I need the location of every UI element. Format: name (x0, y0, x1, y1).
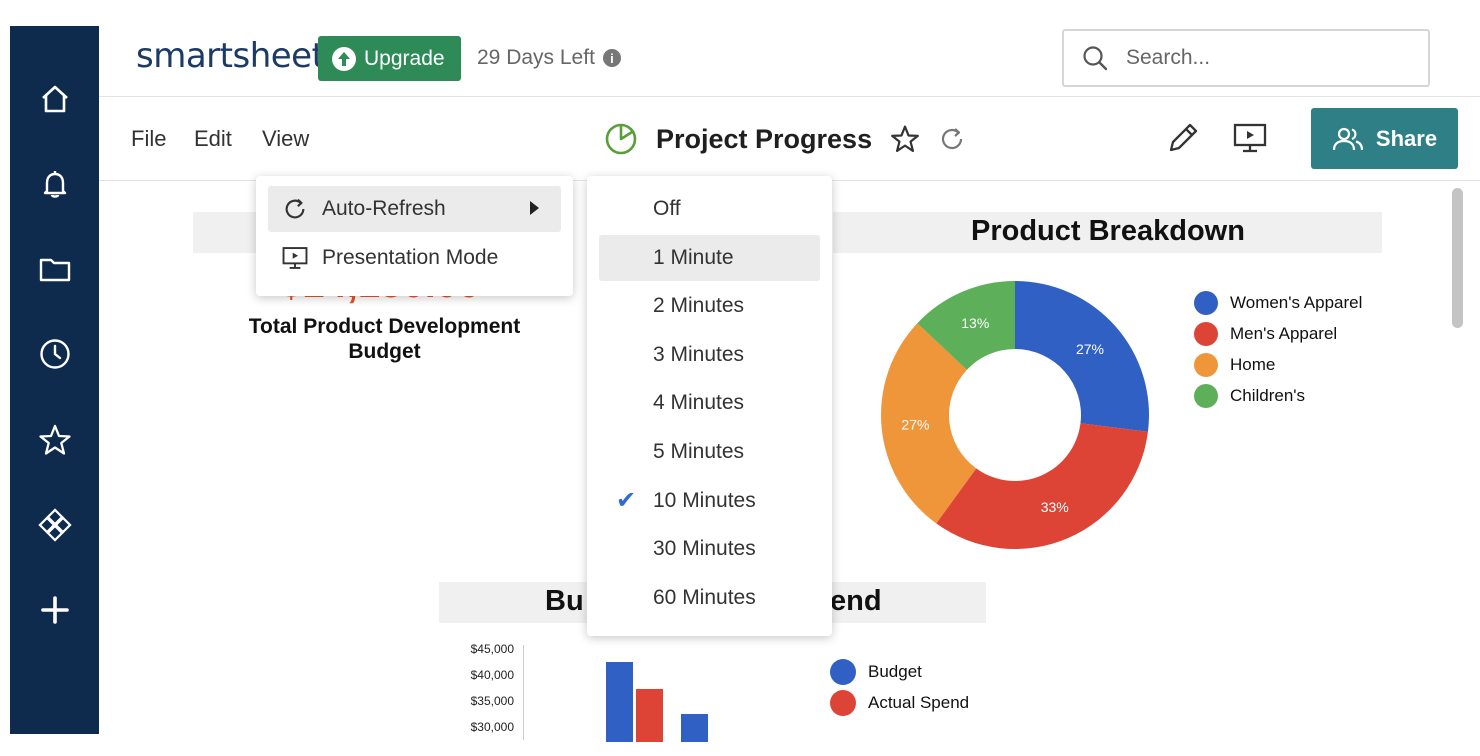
info-icon[interactable]: i (602, 49, 621, 67)
menu-item-presentation-mode[interactable]: Presentation Mode (268, 235, 561, 281)
legend-item-actual-spend: Actual Spend (830, 687, 969, 718)
presentation-icon (282, 247, 308, 269)
refresh-option-30-minutes[interactable]: 30 Minutes (599, 526, 820, 572)
kpi-label: Total Product Development Budget (248, 315, 521, 363)
legend-swatch (1194, 352, 1218, 377)
refresh-option-60-minutes[interactable]: 60 Minutes (599, 575, 820, 621)
bar-chart-title-right: end (830, 585, 882, 617)
vertical-scrollbar[interactable] (1452, 188, 1463, 328)
legend-swatch (830, 689, 856, 716)
star-icon[interactable] (10, 418, 99, 462)
refresh-option-label: 4 Minutes (653, 391, 745, 415)
menu-item-auto-refresh[interactable]: Auto-Refresh (268, 186, 561, 232)
legend-swatch (1194, 290, 1218, 315)
refresh-option-label: 30 Minutes (653, 537, 756, 561)
y-tick-label: $30,000 (470, 720, 514, 734)
refresh-option-label: 60 Minutes (653, 585, 756, 609)
refresh-option-off[interactable]: Off (599, 186, 820, 232)
refresh-option-5-minutes[interactable]: 5 Minutes (599, 429, 820, 475)
bar-actual-spend (636, 689, 663, 742)
bell-icon[interactable] (10, 162, 99, 206)
refresh-icon (285, 198, 305, 219)
y-tick-label: $40,000 (470, 668, 514, 682)
presentation-icon[interactable] (1233, 122, 1267, 154)
legend-label: Men's Apparel (1230, 323, 1338, 343)
folder-icon[interactable] (10, 247, 99, 291)
solutions-icon[interactable] (10, 503, 99, 547)
edit-pencil-icon[interactable] (1166, 121, 1200, 155)
pie-slice-label: 33% (1041, 499, 1069, 515)
upgrade-label: Upgrade (364, 46, 445, 70)
menu-view[interactable]: View (262, 126, 309, 152)
people-icon (1332, 127, 1364, 150)
view-menu-dropdown: Auto-Refresh Presentation Mode (256, 176, 573, 296)
legend-item-budget: Budget (830, 656, 969, 687)
refresh-option-label: 10 Minutes (653, 488, 756, 512)
bar-chart-title-left: Bu (545, 585, 584, 617)
dashboard-icon (605, 123, 637, 155)
legend-swatch (830, 658, 856, 685)
sheet-title: Project Progress (656, 123, 873, 154)
upgrade-button[interactable]: Upgrade (318, 36, 461, 81)
bar-budget (606, 662, 633, 742)
upgrade-arrow-icon (332, 46, 356, 71)
submenu-arrow-icon (530, 201, 539, 215)
y-tick-label: $35,000 (470, 694, 514, 708)
y-tick-label: $45,000 (470, 642, 514, 656)
legend-item: Home (1194, 349, 1362, 380)
left-nav-rail (10, 26, 99, 734)
refresh-option-label: Off (653, 197, 681, 220)
favorite-star-icon[interactable] (890, 124, 920, 154)
bar-legend: Budget Actual Spend (830, 656, 969, 718)
search-icon (1083, 46, 1108, 71)
refresh-option-2-minutes[interactable]: 2 Minutes (599, 283, 820, 329)
refresh-option-10-minutes[interactable]: ✔ 10 Minutes (599, 478, 820, 524)
trial-days-text: 29 Days Left (477, 46, 595, 69)
legend-label: Children's (1230, 385, 1306, 405)
pie-slice-label: 27% (1076, 341, 1104, 357)
search-input[interactable] (1124, 45, 1408, 71)
legend-swatch (1194, 383, 1218, 408)
product-breakdown-donut-chart: 27% 33% 27% 13% (881, 281, 1149, 549)
checkmark-icon: ✔ (615, 487, 637, 515)
home-icon[interactable] (10, 77, 99, 121)
bar-y-axis-line (523, 645, 524, 740)
refresh-option-1-minute[interactable]: 1 Minute (599, 234, 820, 281)
legend-label: Actual Spend (868, 692, 970, 712)
pie-slice-label: 27% (901, 416, 929, 432)
trial-status: 29 Days Left i (477, 46, 621, 70)
smartsheet-logo[interactable]: smartsheet (136, 36, 325, 76)
pie-slice-label: 13% (961, 315, 989, 331)
refresh-option-label: 1 Minute (653, 245, 734, 269)
refresh-option-label: 3 Minutes (653, 342, 745, 366)
refresh-option-label: 5 Minutes (653, 440, 745, 463)
refresh-option-label: 2 Minutes (653, 294, 745, 318)
legend-label: Home (1230, 354, 1276, 374)
legend-item: Children's (1194, 380, 1362, 411)
bar-budget (681, 714, 708, 742)
pie-chart-title: Product Breakdown (971, 215, 1245, 247)
pie-slice-men-s-apparel[interactable] (936, 423, 1148, 549)
refresh-option-4-minutes[interactable]: 4 Minutes (599, 380, 820, 426)
search-box[interactable] (1062, 29, 1430, 87)
menu-file[interactable]: File (131, 126, 166, 152)
menu-item-label: Presentation Mode (322, 246, 499, 269)
menu-item-label: Auto-Refresh (322, 197, 446, 220)
legend-item: Men's Apparel (1194, 318, 1362, 349)
share-label: Share (1375, 125, 1438, 151)
legend-label: Women's Apparel (1230, 292, 1363, 312)
sheet-title-area: Project Progress (604, 122, 966, 156)
refresh-icon[interactable] (938, 125, 966, 153)
pie-legend: Women's Apparel Men's Apparel Home Children… (1194, 287, 1362, 411)
plus-icon[interactable] (10, 588, 99, 632)
share-button[interactable]: Share (1311, 108, 1458, 169)
refresh-option-3-minutes[interactable]: 3 Minutes (599, 332, 820, 378)
legend-label: Budget (868, 661, 922, 681)
menu-edit[interactable]: Edit (194, 126, 232, 152)
legend-item: Women's Apparel (1194, 287, 1362, 318)
clock-icon[interactable] (10, 332, 99, 376)
legend-swatch (1194, 321, 1218, 346)
auto-refresh-submenu: Off 1 Minute 2 Minutes 3 Minutes 4 Minutes 5 … (587, 176, 832, 636)
